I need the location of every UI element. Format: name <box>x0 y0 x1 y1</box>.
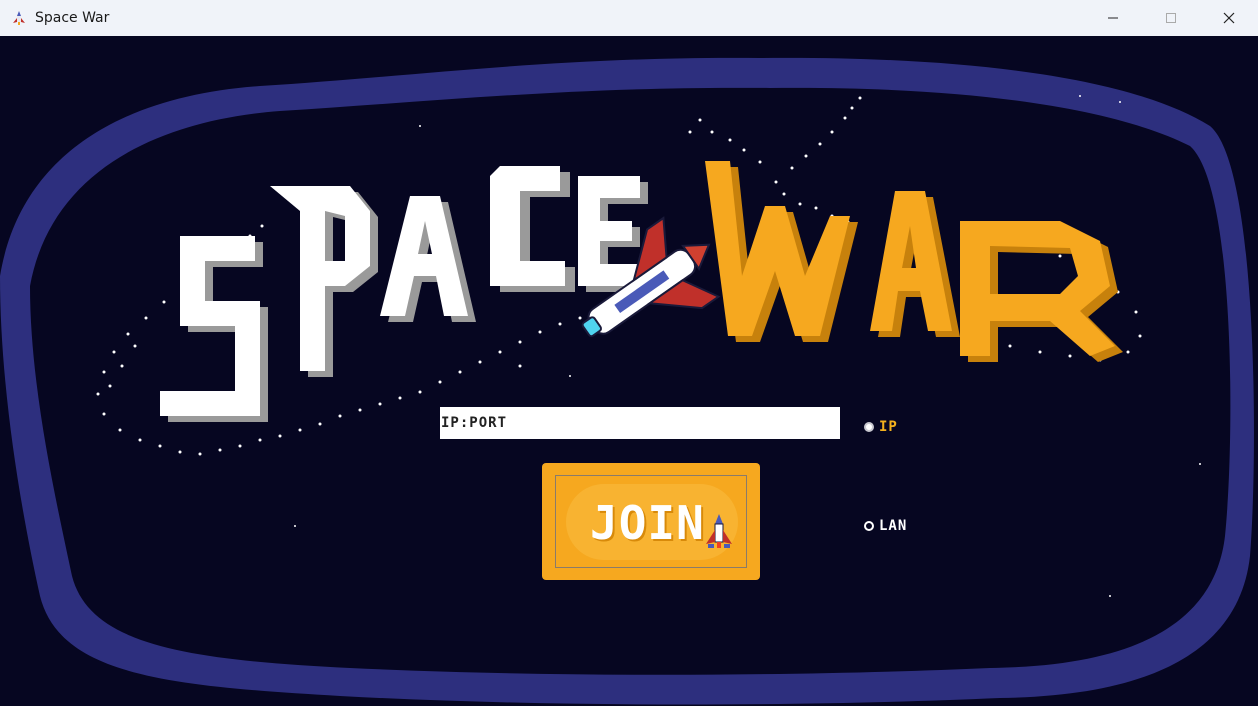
ip-port-input[interactable] <box>440 407 840 439</box>
maximize-icon <box>1166 13 1176 23</box>
rocket-icon <box>13 11 25 25</box>
mode-option-lan[interactable]: LAN <box>864 518 907 534</box>
title-bar: Space War <box>0 0 1258 36</box>
minimize-icon <box>1108 17 1118 19</box>
close-icon <box>1223 12 1235 24</box>
window-title: Space War <box>35 10 110 26</box>
game-window: Space War IP:PORT JOIN IP LAN <box>0 0 1258 706</box>
space-background <box>0 57 1254 705</box>
join-label: JOIN <box>590 496 705 550</box>
join-button[interactable]: JOIN <box>542 463 760 580</box>
mode-option-ip[interactable]: IP <box>864 419 898 435</box>
game-canvas: JOIN IP LAN <box>0 36 1258 706</box>
mode-label-lan: LAN <box>879 518 908 534</box>
minimize-button[interactable] <box>1084 0 1142 36</box>
nebula-inner <box>30 87 1231 675</box>
radio-unselected-icon <box>864 521 874 531</box>
maximize-button[interactable] <box>1142 0 1200 36</box>
join-button-frame: JOIN <box>555 475 747 568</box>
close-button[interactable] <box>1200 0 1258 36</box>
spaceship-icon <box>706 514 732 548</box>
window-controls <box>1084 0 1258 36</box>
mode-label-ip: IP <box>879 419 898 435</box>
radio-selected-icon <box>864 422 874 432</box>
